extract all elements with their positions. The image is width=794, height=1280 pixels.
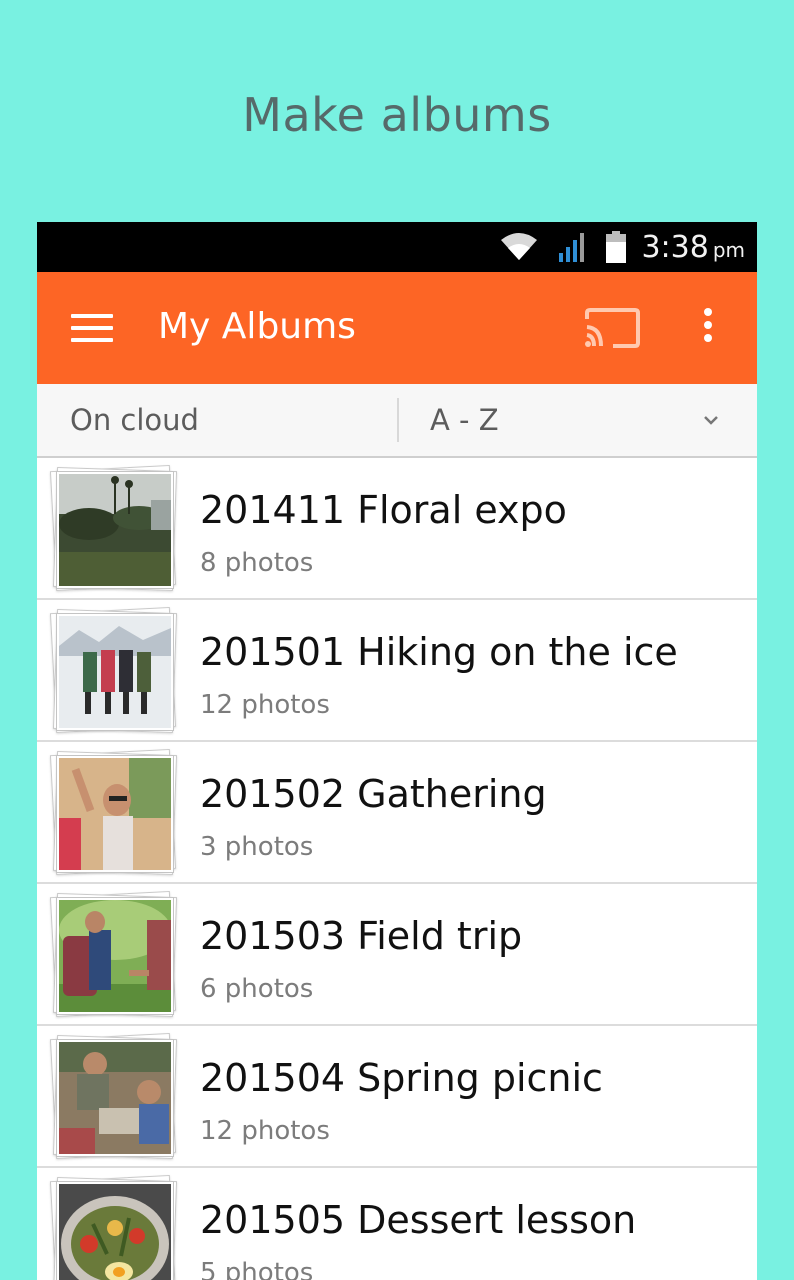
album-thumbnail — [49, 1032, 178, 1160]
album-cover-image — [57, 1040, 173, 1156]
album-photo-count: 12 photos — [200, 1116, 330, 1146]
album-title: 201504 Spring picnic — [200, 1056, 603, 1100]
album-photo-count: 3 photos — [200, 832, 314, 862]
album-title: 201505 Dessert lesson — [200, 1198, 637, 1242]
album-row[interactable]: 201411 Floral expo 8 photos — [37, 458, 757, 600]
album-thumbnail — [49, 606, 178, 734]
status-bar: 3:38 pm — [37, 222, 757, 272]
album-list: 201411 Floral expo 8 photos 201501 Hikin… — [37, 458, 757, 1280]
app-title: My Albums — [158, 306, 356, 347]
album-photo-count: 6 photos — [200, 974, 314, 1004]
album-row[interactable]: 201501 Hiking on the ice 12 photos — [37, 600, 757, 742]
menu-icon[interactable] — [71, 314, 113, 342]
album-row[interactable]: 201504 Spring picnic 12 photos — [37, 1026, 757, 1168]
album-photo-count: 5 photos — [200, 1258, 314, 1280]
album-row[interactable]: 201503 Field trip 6 photos — [37, 884, 757, 1026]
more-vert-icon[interactable] — [701, 308, 715, 348]
album-cover-image — [57, 472, 173, 588]
album-cover-image — [57, 1182, 173, 1280]
album-cover-image — [57, 614, 173, 730]
album-photo-count: 8 photos — [200, 548, 314, 578]
album-photo-count: 12 photos — [200, 690, 330, 720]
album-title: 201411 Floral expo — [200, 488, 567, 532]
album-title: 201501 Hiking on the ice — [200, 630, 678, 674]
app-bar: My Albums — [37, 272, 757, 384]
album-row[interactable]: 201505 Dessert lesson 5 photos — [37, 1168, 757, 1280]
album-cover-image — [57, 898, 173, 1014]
status-clock: 3:38 pm — [641, 229, 745, 265]
album-title: 201502 Gathering — [200, 772, 547, 816]
source-filter[interactable]: On cloud — [70, 403, 199, 437]
page-headline: Make albums — [242, 88, 552, 142]
battery-icon — [605, 230, 627, 264]
wifi-icon — [499, 232, 539, 262]
album-title: 201503 Field trip — [200, 914, 523, 958]
cast-icon[interactable] — [583, 307, 641, 353]
album-thumbnail — [49, 464, 178, 592]
filter-divider — [397, 398, 399, 442]
chevron-down-icon[interactable] — [703, 411, 719, 430]
album-thumbnail — [49, 748, 178, 876]
signal-icon — [557, 231, 587, 263]
phone-screen: 3:38 pm My Albums On cloud A - Z 201411 … — [37, 222, 757, 1280]
filter-bar: On cloud A - Z — [37, 384, 757, 458]
album-thumbnail — [49, 1174, 178, 1280]
album-row[interactable]: 201502 Gathering 3 photos — [37, 742, 757, 884]
sort-dropdown[interactable]: A - Z — [430, 403, 499, 437]
album-cover-image — [57, 756, 173, 872]
album-thumbnail — [49, 890, 178, 1018]
